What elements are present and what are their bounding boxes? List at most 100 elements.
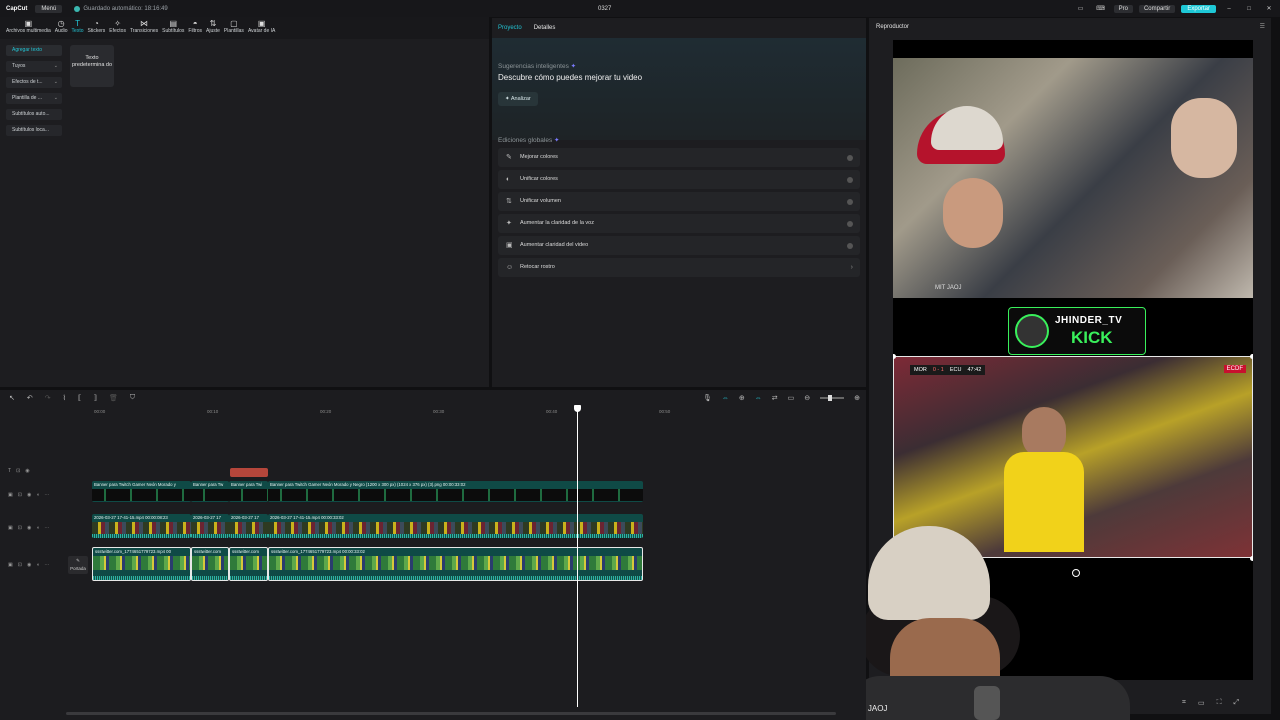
tool-avatar-de-ia[interactable]: ▣ Avatar de IA (248, 17, 275, 34)
timeline-clip[interactable]: ssstwitter.com (229, 547, 268, 581)
timeline-clip[interactable]: 2026-03-27 17 (191, 514, 229, 538)
tab-proyecto[interactable]: Proyecto (498, 25, 522, 31)
microphone-icon[interactable]: 🎙 (703, 394, 712, 402)
layout-icon[interactable]: ▭ (1074, 5, 1088, 12)
toggle[interactable] (847, 199, 853, 205)
lock-icon[interactable]: ⊡ (18, 525, 22, 531)
eye-icon[interactable]: ◉ (27, 562, 31, 568)
tool-ajuste[interactable]: ⇅ Ajuste (206, 17, 220, 34)
trim-right-icon[interactable]: ⟧ (94, 394, 97, 402)
expand-icon[interactable]: ⤢ (1233, 699, 1239, 707)
text-nav-item[interactable]: Agregar texto (6, 45, 62, 56)
tool-archivos-multimedia[interactable]: ▣ Archivos multimedia (6, 17, 51, 34)
global-edit-item[interactable]: ▣ Aumentar claridad del video (498, 236, 860, 255)
default-text-card[interactable]: Texto predetermina do (70, 45, 114, 87)
more-icon[interactable]: ⋯ (44, 562, 49, 568)
more-icon[interactable]: ⋯ (44, 492, 49, 498)
timeline-clip[interactable]: ssstwitter.com_1774651779723.mp4 00 (92, 547, 191, 581)
global-edit-item[interactable]: ☺ Retocar rostro › (498, 258, 860, 277)
global-edit-item[interactable]: ◐ Unificar colores (498, 170, 860, 189)
tool-plantillas[interactable]: ▢ Plantillas (224, 17, 244, 34)
global-edit-item[interactable]: ✦ Aumentar la claridad de la voz (498, 214, 860, 233)
crop-icon[interactable]: ⌗ (1182, 699, 1186, 707)
shield-icon[interactable]: ⛉ (130, 394, 135, 402)
more-icon[interactable]: ⋯ (44, 525, 49, 531)
timeline-clip[interactable]: Banner para Tw (191, 481, 229, 502)
text-nav-item[interactable]: Subtítulos auto... (6, 109, 62, 120)
tool-efectos[interactable]: ✧ Efectos (109, 17, 126, 34)
eye-icon[interactable]: ◉ (27, 492, 31, 498)
resize-handle[interactable] (1250, 556, 1253, 561)
share-button[interactable]: Compartir (1138, 4, 1176, 13)
text-nav-item[interactable]: Plantilla de ... ⌄ (6, 93, 62, 104)
keyboard-icon[interactable]: ⌨ (1094, 5, 1108, 12)
trim-left-icon[interactable]: ⟦ (78, 394, 81, 402)
maximize-icon[interactable]: □ (1242, 6, 1256, 12)
timeline-clip[interactable]: 2026-03-27 17 (229, 514, 268, 538)
pro-button[interactable]: Pro (1113, 4, 1133, 13)
timeline-clip[interactable]: Banner para Twitch Gamer Neón Morado y N… (268, 481, 643, 502)
mute-icon[interactable]: ◖ (36, 562, 39, 568)
zoom-knob[interactable] (828, 395, 833, 401)
preview-axis-icon[interactable]: ⇄ (772, 394, 778, 402)
tool-icon: ⋈ (140, 19, 149, 28)
eye-icon[interactable]: ◉ (27, 525, 31, 531)
analyze-button[interactable]: ✦ Analizar (498, 92, 538, 106)
lock-icon[interactable]: ⊡ (18, 492, 22, 498)
menu-button[interactable]: Menú (35, 4, 63, 13)
snap-icon[interactable]: ⇔ (755, 395, 762, 402)
global-edit-item[interactable]: ✎ Mejorar colores (498, 148, 860, 167)
timeline-clip[interactable]: 2026-03-27 17-41-15.mp4 00:00:08:23 (92, 514, 191, 538)
toggle[interactable] (847, 177, 853, 183)
resize-handle[interactable] (1250, 354, 1253, 359)
timeline-clip[interactable]: ssstwitter.com_1774651779723.mp4 00:00:3… (268, 547, 643, 581)
captions-icon[interactable]: ▭ (788, 394, 795, 402)
close-icon[interactable]: ✕ (1262, 5, 1276, 12)
mute-icon[interactable]: ◖ (36, 492, 39, 498)
redo-icon[interactable]: ↷ (45, 394, 51, 402)
select-icon[interactable]: ↖ (9, 394, 15, 402)
tool-icon: ▢ (230, 19, 238, 28)
zoom-slider[interactable] (820, 395, 845, 401)
tool-audio[interactable]: ◷ Audio (55, 17, 68, 34)
text-nav-item[interactable]: Tuyos ⌄ (6, 61, 62, 72)
time-ruler[interactable]: 00:00 00:10 00:20 00:30 00:40 00:50 (66, 407, 866, 419)
tool-transiciones[interactable]: ⋈ Transiciones (130, 17, 158, 34)
tool-filtros[interactable]: ◓ Filtros (188, 17, 202, 34)
fullscreen-icon[interactable]: ⛶ (1217, 699, 1222, 707)
cover-button[interactable]: ✎ Portada (68, 556, 88, 574)
mute-icon[interactable]: ◖ (36, 525, 39, 531)
zoom-out-icon[interactable]: ⊖ (804, 394, 810, 402)
timeline-clip[interactable]: Banner para Twitch Gamer Neón Morado y (92, 481, 191, 502)
zoom-in-icon[interactable]: ⊕ (854, 394, 860, 402)
tool-stickers[interactable]: ◔ Stickers (88, 17, 106, 34)
timeline-scrollbar[interactable] (66, 712, 836, 715)
toggle[interactable] (847, 221, 853, 227)
text-nav-item[interactable]: Subtítulos loca... (6, 125, 62, 136)
tab-detalles[interactable]: Detalles (534, 25, 556, 31)
link-icon[interactable]: ⇔ (722, 395, 729, 402)
playhead[interactable] (574, 405, 581, 707)
delete-icon[interactable]: 🗑 (109, 394, 118, 402)
timeline-clip[interactable]: Banner para Twi (229, 481, 268, 502)
minimize-icon[interactable]: – (1222, 6, 1236, 12)
tool-subt-tulos[interactable]: ▤ Subtítulos (162, 17, 184, 34)
toggle[interactable] (847, 243, 853, 249)
timeline-clip[interactable]: 2026-03-27 17-41-15.mp4 00:00:33:02 (268, 514, 643, 538)
magnet-icon[interactable]: ⊕ (739, 394, 745, 402)
tool-texto[interactable]: T Texto (72, 17, 84, 34)
text-clip[interactable] (230, 468, 268, 477)
global-edit-item[interactable]: ⇅ Unificar volumen (498, 192, 860, 211)
ratio-icon[interactable]: ▭ (1198, 699, 1205, 707)
playhead-handle[interactable] (574, 405, 581, 412)
toggle[interactable] (847, 155, 853, 161)
menu-icon[interactable]: ☰ (1260, 23, 1265, 30)
undo-icon[interactable]: ↶ (27, 394, 33, 402)
export-button[interactable]: Exportar (1181, 4, 1216, 13)
text-nav-item[interactable]: Efectos de t... ⌄ (6, 77, 62, 88)
lock-icon[interactable]: ⊡ (18, 562, 22, 568)
split-icon[interactable]: ⌇ (63, 394, 66, 402)
eye-icon[interactable]: ◉ (25, 468, 29, 474)
timeline-clip[interactable]: ssstwitter.com (191, 547, 229, 581)
lock-icon[interactable]: ⊡ (16, 468, 20, 474)
